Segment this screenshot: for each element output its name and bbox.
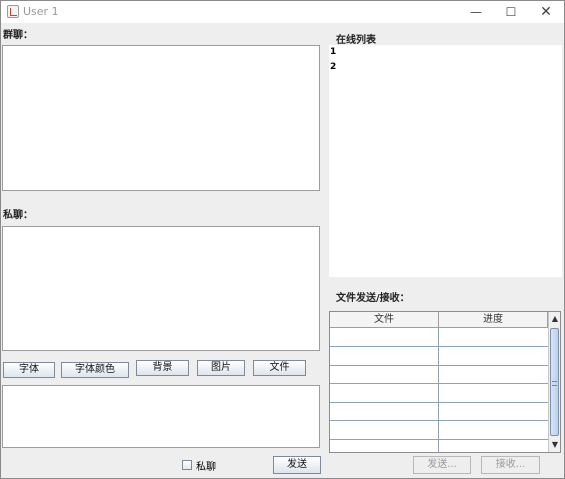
table-row[interactable] (330, 402, 548, 403)
file-transfer-label: 文件发送/接收： (336, 293, 410, 304)
receive-file-button[interactable]: 接收... (481, 456, 540, 474)
column-header-progress[interactable]: 进度 (439, 312, 548, 328)
private-checkbox[interactable] (182, 460, 192, 470)
message-input[interactable] (2, 385, 320, 448)
font-button[interactable]: 字体 (3, 362, 55, 378)
table-row[interactable] (330, 365, 548, 366)
send-message-button[interactable]: 发送 (273, 456, 321, 474)
chat-window: User 1 — ☐ ✕ 群聊： 私聊： 字体 字体颜色 背景 图片 文件 私聊… (0, 0, 565, 479)
close-button[interactable]: ✕ (529, 1, 563, 23)
font-color-button[interactable]: 字体颜色 (61, 362, 129, 378)
send-file-button[interactable]: 发送... (413, 456, 471, 474)
column-header-file[interactable]: 文件 (330, 312, 439, 328)
table-row[interactable] (330, 346, 548, 347)
list-item[interactable]: 1 (330, 47, 336, 57)
file-transfer-table[interactable]: 文件 进度 ▲ ▼ (329, 311, 561, 453)
file-button[interactable]: 文件 (253, 360, 306, 376)
private-chat-area[interactable] (2, 226, 320, 351)
online-user-list[interactable]: 1 2 (329, 45, 562, 277)
table-row[interactable] (330, 439, 548, 440)
list-item[interactable]: 2 (330, 62, 336, 72)
scroll-up-icon[interactable]: ▲ (549, 312, 560, 326)
table-row[interactable] (330, 383, 548, 384)
minimize-button[interactable]: — (459, 1, 493, 23)
image-button[interactable]: 图片 (197, 360, 245, 376)
table-row[interactable] (330, 420, 548, 421)
scroll-thumb[interactable] (550, 328, 559, 436)
scroll-down-icon[interactable]: ▼ (549, 438, 560, 452)
vertical-scrollbar[interactable]: ▲ ▼ (548, 312, 560, 452)
private-chat-label: 私聊： (3, 210, 33, 221)
maximize-button[interactable]: ☐ (494, 1, 528, 23)
group-chat-area[interactable] (2, 45, 320, 191)
background-button[interactable]: 背景 (136, 360, 189, 376)
online-list-label: 在线列表 (336, 35, 376, 46)
group-chat-label: 群聊： (3, 30, 33, 41)
window-title: User 1 (23, 5, 59, 18)
java-cup-icon (7, 5, 19, 18)
title-bar[interactable]: User 1 — ☐ ✕ (1, 1, 564, 23)
private-checkbox-label[interactable]: 私聊 (196, 458, 216, 473)
